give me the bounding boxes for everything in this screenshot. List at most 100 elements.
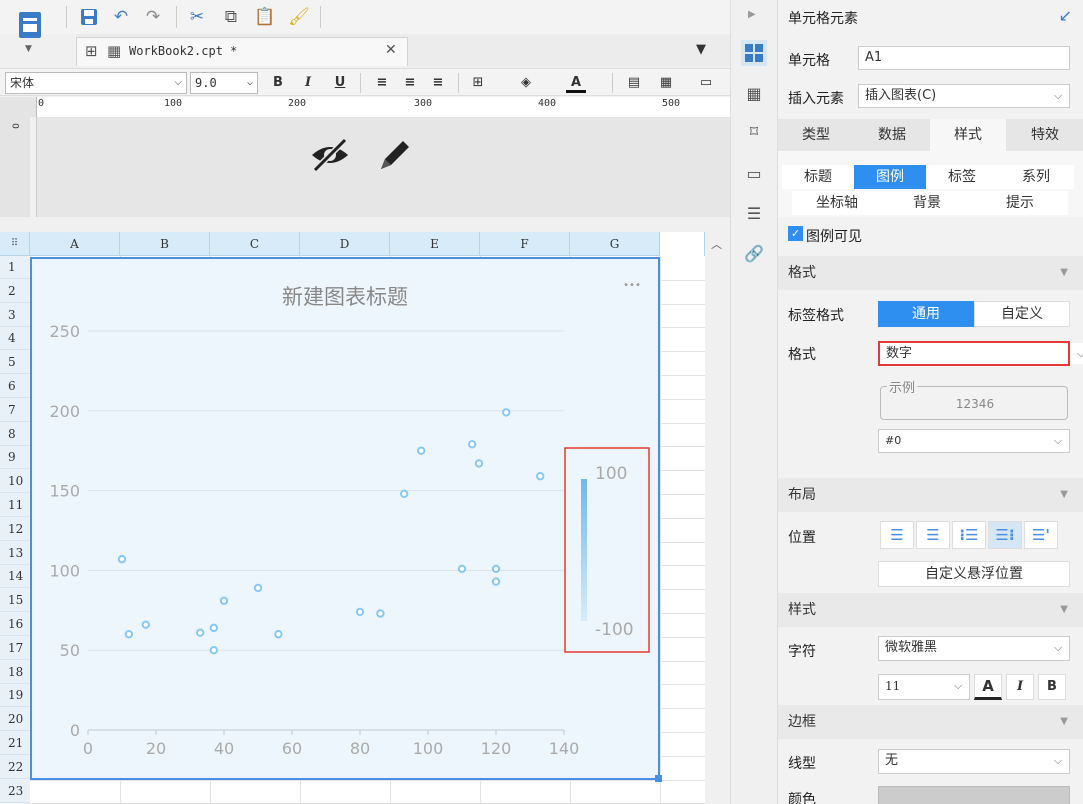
tab-style[interactable]: 样式 xyxy=(930,119,1006,151)
cell-element-icon[interactable] xyxy=(741,40,767,66)
label-format-general[interactable]: 通用 xyxy=(878,301,974,327)
tab-effect[interactable]: 特效 xyxy=(1006,119,1083,151)
position-top-icon[interactable]: ☰ xyxy=(880,521,914,549)
font-family-select[interactable]: 宋体 ⌵ xyxy=(5,72,187,94)
row-header-12[interactable]: 12 xyxy=(0,518,30,541)
bold-icon[interactable]: B xyxy=(1038,674,1066,700)
collapse-arrow-icon[interactable]: ▶ xyxy=(748,9,756,20)
position-right-icon[interactable]: ☰⁝ xyxy=(988,521,1022,549)
widget-icon[interactable]: ▭ xyxy=(741,160,767,186)
align-right-icon[interactable]: ≡ xyxy=(428,73,448,93)
pattern-select[interactable]: #0 ⌵ xyxy=(878,429,1070,453)
row-header-1[interactable]: 1 xyxy=(0,256,30,279)
row-header-11[interactable]: 11 xyxy=(0,494,30,517)
row-header-21[interactable]: 21 xyxy=(0,732,30,755)
font-color-button[interactable]: A xyxy=(566,73,586,93)
scatter-chart[interactable]: 新建图表标题 ••• 0 50 100 150 200 250 0 20 40 60 80 100 120 1… xyxy=(30,257,660,780)
row-header-20[interactable]: 20 xyxy=(0,708,30,732)
subtab-axis[interactable]: 坐标轴 xyxy=(792,191,882,215)
font-size-input[interactable]: 11 ⌵ xyxy=(878,674,970,700)
format-select[interactable]: 数字 ⌵ xyxy=(878,341,1083,366)
table-icon[interactable]: ▦ xyxy=(656,73,676,93)
font-select[interactable]: 微软雅黑 ⌵ xyxy=(878,636,1070,661)
section-layout[interactable]: 布局 ▼ xyxy=(778,478,1083,512)
custom-float-button[interactable]: 自定义悬浮位置 xyxy=(878,561,1070,587)
row-header-9[interactable]: 9 xyxy=(0,446,30,470)
subtab-title[interactable]: 标题 xyxy=(782,165,854,189)
row-header-17[interactable]: 17 xyxy=(0,637,30,660)
copy-icon[interactable]: ⧉ xyxy=(220,6,242,28)
paste-icon[interactable]: 📋 xyxy=(254,6,276,28)
more-icon[interactable]: ▭ xyxy=(696,73,716,93)
section-style[interactable]: 样式 ▼ xyxy=(778,593,1083,627)
underline-button[interactable]: U xyxy=(330,73,350,93)
float-element-icon[interactable]: ⌑ xyxy=(741,118,767,144)
column-header-F[interactable]: F xyxy=(480,232,570,256)
row-header-3[interactable]: 3 xyxy=(0,304,30,327)
font-color-icon[interactable]: A xyxy=(974,674,1002,700)
row-header-10[interactable]: 10 xyxy=(0,470,30,494)
row-header-4[interactable]: 4 xyxy=(0,327,30,351)
hide-eye-icon[interactable] xyxy=(309,137,351,173)
border-icon[interactable]: ⊞ xyxy=(468,73,488,93)
row-header-8[interactable]: 8 xyxy=(0,423,30,446)
column-header-H[interactable] xyxy=(660,232,705,256)
section-format[interactable]: 格式 ▼ xyxy=(778,256,1083,290)
row-header-15[interactable]: 15 xyxy=(0,589,30,613)
insert-element-select[interactable]: 插入图表(C) ⌵ xyxy=(858,84,1070,108)
row-header-22[interactable]: 22 xyxy=(0,756,30,779)
subtab-tooltip[interactable]: 提示 xyxy=(972,191,1068,215)
italic-icon[interactable]: I xyxy=(1006,674,1034,700)
row-header-2[interactable]: 2 xyxy=(0,280,30,303)
font-size-select[interactable]: 9.0 ⌵ xyxy=(190,72,258,94)
subtab-background[interactable]: 背景 xyxy=(882,191,972,215)
subtab-series[interactable]: 系列 xyxy=(998,165,1074,189)
row-header-6[interactable]: 6 xyxy=(0,375,30,398)
vertical-scrollbar[interactable]: ︿ xyxy=(705,232,730,804)
row-header-5[interactable]: 5 xyxy=(0,351,30,375)
workbook-tab[interactable]: ⊞ ▦ WorkBook2.cpt * ✕ xyxy=(76,37,408,66)
cell-attribute-icon[interactable]: ▦ xyxy=(741,80,767,106)
column-header-B[interactable]: B xyxy=(120,232,210,256)
column-header-G[interactable]: G xyxy=(570,232,660,256)
column-header-C[interactable]: C xyxy=(210,232,300,256)
tab-data[interactable]: 数据 xyxy=(854,119,930,151)
row-header-16[interactable]: 16 xyxy=(0,613,30,636)
hyperlink-icon[interactable]: 🔗 xyxy=(741,240,767,266)
color-select[interactable] xyxy=(878,786,1070,804)
merge-icon[interactable]: ▤ xyxy=(624,73,644,93)
italic-button[interactable]: I xyxy=(298,73,318,93)
cell-input[interactable]: A1 xyxy=(858,46,1070,70)
save-icon[interactable] xyxy=(78,6,100,28)
position-left-icon[interactable]: ⁝☰ xyxy=(952,521,986,549)
bold-button[interactable]: B xyxy=(268,73,288,93)
subtab-label[interactable]: 标签 xyxy=(926,165,998,189)
position-top-right-icon[interactable]: ☰' xyxy=(1024,521,1058,549)
column-header-D[interactable]: D xyxy=(300,232,390,256)
align-left-icon[interactable]: ≡ xyxy=(372,73,392,93)
column-header-E[interactable]: E xyxy=(390,232,480,256)
label-format-custom[interactable]: 自定义 xyxy=(974,301,1070,327)
redo-icon[interactable]: ↷ xyxy=(142,6,164,28)
scroll-up-icon[interactable]: ︿ xyxy=(711,236,722,252)
chart-resize-handle[interactable] xyxy=(655,775,662,782)
tab-menu-icon[interactable]: ▼ xyxy=(696,42,706,57)
pin-icon[interactable]: ↙ xyxy=(1059,6,1072,25)
cut-icon[interactable]: ✂ xyxy=(186,6,208,28)
edit-pencil-icon[interactable] xyxy=(375,135,415,175)
row-header-13[interactable]: 13 xyxy=(0,542,30,565)
subtab-legend[interactable]: 图例 xyxy=(854,165,926,189)
close-icon[interactable]: ✕ xyxy=(385,42,397,58)
fill-color-icon[interactable]: ◈ xyxy=(516,73,536,93)
line-type-select[interactable]: 无 ⌵ xyxy=(878,749,1070,774)
select-all-corner[interactable]: ⠿ xyxy=(0,232,30,256)
condition-icon[interactable]: ☰ xyxy=(741,200,767,226)
template-menu-button[interactable]: ▼ xyxy=(10,4,50,62)
row-header-7[interactable]: 7 xyxy=(0,399,30,422)
section-border[interactable]: 边框 ▼ xyxy=(778,705,1083,739)
legend-visible-checkbox[interactable]: ✓ xyxy=(788,226,803,241)
tab-type[interactable]: 类型 xyxy=(778,119,854,151)
column-header-A[interactable]: A xyxy=(30,232,120,256)
undo-icon[interactable]: ↶ xyxy=(110,6,132,28)
row-header-18[interactable]: 18 xyxy=(0,661,30,684)
